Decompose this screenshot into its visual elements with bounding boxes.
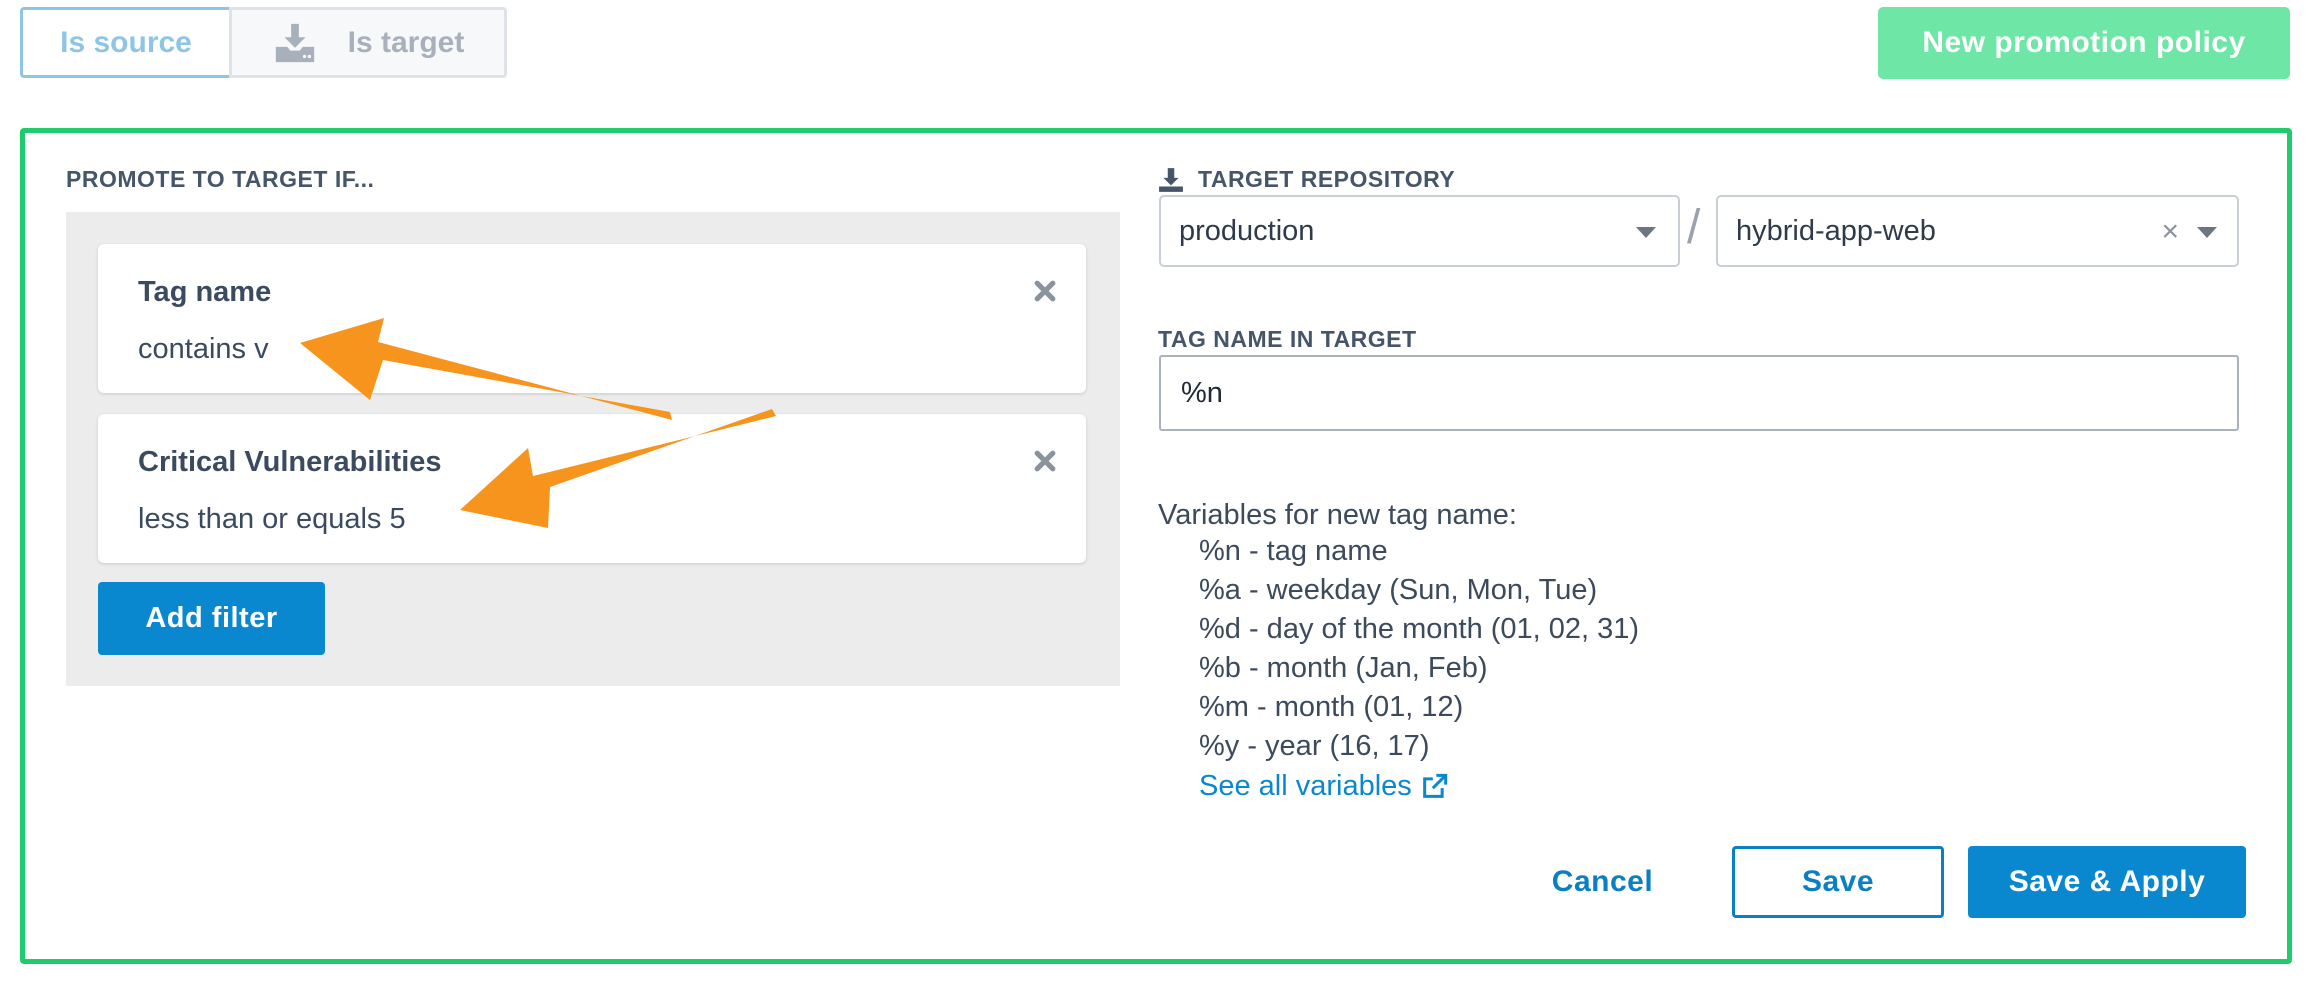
is-source-label: Is source — [60, 25, 192, 59]
external-link-icon — [1422, 773, 1447, 798]
variable-item: %b - month (Jan, Feb) — [1199, 652, 1488, 684]
download-tray-icon — [275, 23, 314, 62]
registry-select[interactable]: production — [1159, 195, 1680, 267]
chevron-down-icon — [1636, 227, 1656, 238]
promote-if-heading: PROMOTE TO TARGET IF... — [66, 166, 375, 192]
tag-name-input[interactable] — [1159, 355, 2239, 431]
save-label: Save — [1801, 865, 1875, 898]
variables-heading: Variables for new tag name: — [1158, 499, 1517, 531]
see-all-variables-link[interactable]: See all variables — [1199, 770, 1448, 803]
new-promotion-policy-label: New promotion policy — [1922, 26, 2246, 59]
new-promotion-policy-button[interactable]: New promotion policy — [1878, 7, 2290, 79]
close-icon[interactable] — [1032, 278, 1058, 304]
filter-title: Critical Vulnerabilities — [138, 446, 442, 478]
variable-item: %n - tag name — [1199, 535, 1388, 567]
download-icon — [1159, 167, 1183, 192]
clear-icon[interactable]: × — [2161, 215, 2179, 249]
save-button[interactable]: Save — [1732, 846, 1944, 918]
variable-item: %y - year (16, 17) — [1199, 730, 1430, 762]
filter-card-tag-name[interactable]: Tag name contains v — [98, 244, 1086, 393]
add-filter-button[interactable]: Add filter — [98, 582, 325, 655]
is-target-label: Is target — [347, 25, 465, 59]
filter-value: less than or equals 5 — [138, 503, 406, 535]
is-source-toggle[interactable]: Is source — [20, 7, 232, 78]
cancel-label: Cancel — [1551, 865, 1654, 898]
variable-item: %m - month (01, 12) — [1199, 691, 1464, 723]
see-all-variables-label: See all variables — [1199, 770, 1412, 802]
target-repository-label: TARGET REPOSITORY — [1198, 166, 1456, 192]
chevron-down-icon — [2197, 227, 2217, 238]
save-and-apply-label: Save & Apply — [2008, 865, 2206, 898]
filter-card-critical-vulnerabilities[interactable]: Critical Vulnerabilities less than or eq… — [98, 414, 1086, 563]
registry-value: production — [1179, 214, 1315, 247]
target-repository-heading: TARGET REPOSITORY — [1158, 166, 1455, 193]
cancel-button[interactable]: Cancel — [1530, 846, 1675, 918]
filter-title: Tag name — [138, 276, 272, 308]
repository-select[interactable]: hybrid-app-web × — [1716, 195, 2239, 267]
add-filter-label: Add filter — [145, 602, 278, 634]
tag-name-in-target-heading: TAG NAME IN TARGET — [1158, 326, 1417, 352]
variable-item: %a - weekday (Sun, Mon, Tue) — [1199, 574, 1598, 606]
is-target-toggle[interactable]: Is target — [229, 7, 507, 78]
repository-value: hybrid-app-web — [1736, 214, 1936, 247]
close-icon[interactable] — [1032, 448, 1058, 474]
variable-item: %d - day of the month (01, 02, 31) — [1199, 613, 1640, 645]
repository-separator: / — [1687, 201, 1701, 254]
save-and-apply-button[interactable]: Save & Apply — [1968, 846, 2246, 918]
filter-value: contains v — [138, 333, 269, 365]
